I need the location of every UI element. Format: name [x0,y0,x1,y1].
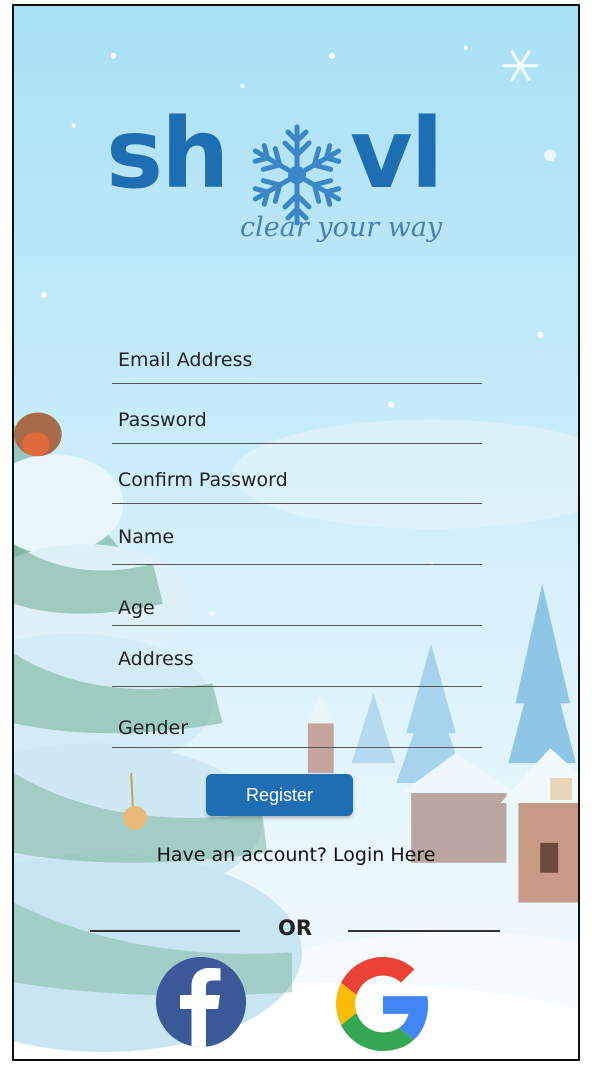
app-screen: sh vl clear your way Email Address Passw… [12,4,580,1061]
name-field[interactable]: Name [112,504,486,566]
email-field[interactable]: Email Address [112,322,486,385]
logo: sh vl clear your way [14,6,578,266]
gender-field[interactable]: Gender [112,687,486,749]
divider-line-left [90,930,240,932]
confirm-password-input[interactable] [112,444,486,505]
password-field[interactable]: Password [112,384,486,445]
address-input[interactable] [112,626,486,688]
register-form: Email Address Password Confirm Password … [112,322,486,749]
email-input[interactable] [112,322,486,385]
confirm-password-field[interactable]: Confirm Password [112,444,486,505]
divider-line-right [348,930,500,932]
register-button[interactable]: Register [206,774,353,816]
logo-text-right: vl [350,98,443,210]
login-prompt: Have an account? Login Here [14,844,578,866]
age-input[interactable] [112,565,486,627]
tagline: clear your way [240,212,443,243]
age-field[interactable]: Age [112,565,486,627]
or-divider: OR [90,916,500,946]
login-link[interactable]: Have an account? Login Here [157,844,436,866]
google-icon[interactable] [336,957,430,1051]
name-input[interactable] [112,504,486,566]
gender-input[interactable] [112,687,486,749]
or-label: OR [277,916,313,940]
logo-text-left: sh [106,98,229,210]
facebook-icon[interactable] [156,957,246,1047]
password-input[interactable] [112,384,486,445]
address-field[interactable]: Address [112,626,486,688]
